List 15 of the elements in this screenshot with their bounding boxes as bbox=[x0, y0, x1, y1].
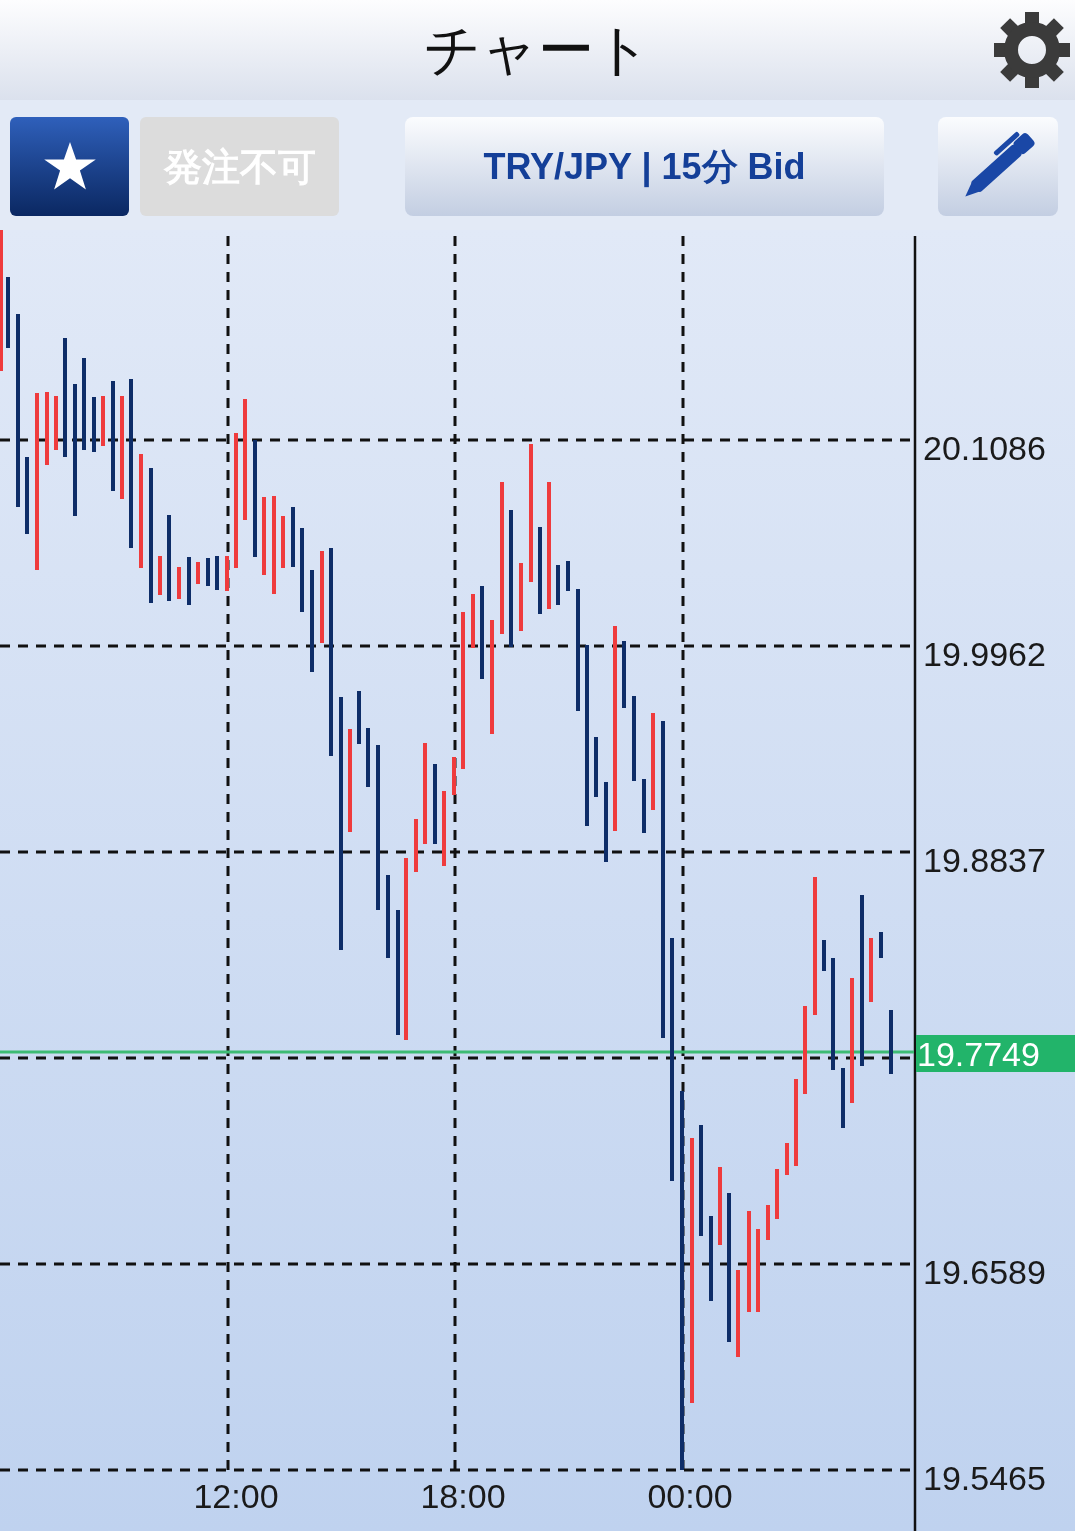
price-axis-label: 19.8837 bbox=[923, 843, 1046, 877]
favorite-button[interactable] bbox=[10, 117, 129, 216]
time-axis-label: 12:00 bbox=[193, 1479, 279, 1513]
currency-pair-button[interactable]: TRY/JPY | 15分 Bid bbox=[405, 117, 884, 216]
time-axis-label: 00:00 bbox=[647, 1479, 733, 1513]
time-axis-label: 18:00 bbox=[420, 1479, 506, 1513]
settings-icon[interactable] bbox=[994, 11, 1070, 89]
price-axis-label: 20.1086 bbox=[923, 431, 1046, 465]
price-axis-label: 19.5465 bbox=[923, 1461, 1046, 1495]
price-axis-label: 19.6589 bbox=[923, 1255, 1046, 1289]
header-title: チャート bbox=[424, 22, 651, 78]
current-price-badge: 19.7749 bbox=[916, 1035, 1075, 1072]
price-axis-label: 19.9962 bbox=[923, 637, 1046, 671]
star-icon bbox=[43, 141, 96, 192]
drawing-tool-button[interactable] bbox=[938, 117, 1058, 216]
